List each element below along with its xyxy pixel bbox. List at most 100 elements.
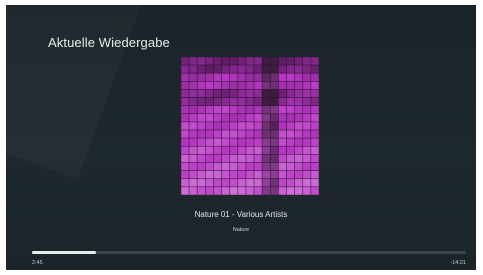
artwork-tile	[237, 145, 247, 155]
artwork-tile	[213, 81, 222, 90]
artwork-tile	[221, 72, 231, 82]
artwork-tile	[310, 178, 319, 188]
artwork-tile	[213, 89, 222, 98]
artwork-tile	[229, 154, 239, 163]
artwork-tile	[261, 137, 271, 147]
artwork-tile	[237, 57, 247, 66]
artwork-tile	[269, 137, 279, 147]
artwork-tile	[196, 97, 206, 107]
artwork-tile	[278, 170, 287, 180]
artwork-tile	[278, 105, 287, 115]
artwork-tile	[294, 129, 304, 139]
artwork-tile	[196, 170, 206, 180]
artwork-tile	[310, 105, 319, 115]
artwork-tile	[237, 81, 247, 90]
artwork-tile	[261, 178, 271, 188]
artwork-tile	[253, 81, 263, 90]
artwork-tile	[253, 129, 263, 139]
artwork-tile	[278, 97, 287, 107]
artwork-tile	[237, 137, 247, 147]
artwork-tile	[302, 89, 312, 98]
artwork-tile	[278, 178, 287, 188]
artwork-tile	[253, 162, 263, 171]
artwork-tile	[253, 113, 263, 123]
artwork-tile	[181, 170, 190, 180]
progress-bar-fill	[32, 251, 96, 254]
artwork-tile	[181, 97, 190, 107]
progress-bar[interactable]	[32, 251, 466, 254]
artwork-tile	[310, 170, 319, 180]
artwork-tile	[310, 97, 319, 107]
artwork-tile	[269, 97, 279, 107]
artwork-tile	[278, 121, 287, 131]
artwork-tile	[310, 137, 319, 147]
artwork-tile	[261, 170, 271, 180]
artwork-tile	[310, 154, 319, 163]
artwork-tile	[221, 105, 231, 115]
artwork-tile	[302, 154, 312, 163]
artwork-tile	[302, 64, 312, 74]
artwork-tile	[294, 81, 304, 90]
artwork-tile	[196, 105, 206, 115]
artwork-tile	[245, 121, 255, 131]
remaining-time: -14:21	[450, 260, 466, 266]
artwork-tile	[261, 89, 271, 98]
artwork-tile	[221, 178, 231, 188]
artwork-tile	[221, 154, 231, 163]
artwork-tile	[205, 113, 214, 123]
artwork-tile	[188, 72, 198, 82]
artwork-tile	[269, 145, 279, 155]
artwork-tile	[302, 57, 312, 66]
artwork-tile	[261, 145, 271, 155]
artwork-tile	[196, 186, 206, 195]
artwork-tile	[237, 154, 247, 163]
artwork-tile	[213, 57, 222, 66]
artwork-tile	[205, 178, 214, 188]
artwork-tile	[310, 186, 319, 195]
artwork-tile	[188, 113, 198, 123]
artwork-tile	[237, 72, 247, 82]
artwork-tile	[269, 57, 279, 66]
artwork-tile	[237, 97, 247, 107]
artwork-tile	[278, 64, 287, 74]
artwork-tile	[278, 154, 287, 163]
artwork-tile	[188, 64, 198, 74]
artwork-tile	[286, 145, 295, 155]
artwork-tile	[188, 170, 198, 180]
artwork-tile	[286, 89, 295, 98]
artwork-tile	[229, 137, 239, 147]
artwork-tile	[310, 121, 319, 131]
artwork-tile	[188, 178, 198, 188]
artwork-tile	[310, 64, 319, 74]
artwork-tile	[205, 154, 214, 163]
artwork-tile	[278, 72, 287, 82]
artwork-tile	[196, 81, 206, 90]
artwork-tile	[294, 97, 304, 107]
album-artwork	[181, 57, 319, 195]
artwork-tile	[205, 105, 214, 115]
artwork-tile	[245, 72, 255, 82]
artwork-tile	[286, 72, 295, 82]
artwork-tile	[302, 137, 312, 147]
artwork-tile	[188, 105, 198, 115]
artwork-tile	[269, 170, 279, 180]
artwork-tile	[286, 64, 295, 74]
artwork-tile	[302, 121, 312, 131]
artwork-tile	[245, 105, 255, 115]
artwork-tile	[253, 154, 263, 163]
artwork-tile	[278, 186, 287, 195]
artwork-tile	[261, 72, 271, 82]
artwork-tile	[245, 145, 255, 155]
artwork-tile	[302, 162, 312, 171]
artwork-tile	[205, 170, 214, 180]
artwork-tile	[229, 97, 239, 107]
artwork-tile	[205, 137, 214, 147]
artwork-tile	[237, 89, 247, 98]
artwork-tile	[286, 170, 295, 180]
artwork-tile	[237, 178, 247, 188]
artwork-tile	[294, 105, 304, 115]
artwork-tile	[302, 186, 312, 195]
artwork-tile	[245, 57, 255, 66]
artwork-tile	[278, 113, 287, 123]
artwork-tile	[205, 129, 214, 139]
